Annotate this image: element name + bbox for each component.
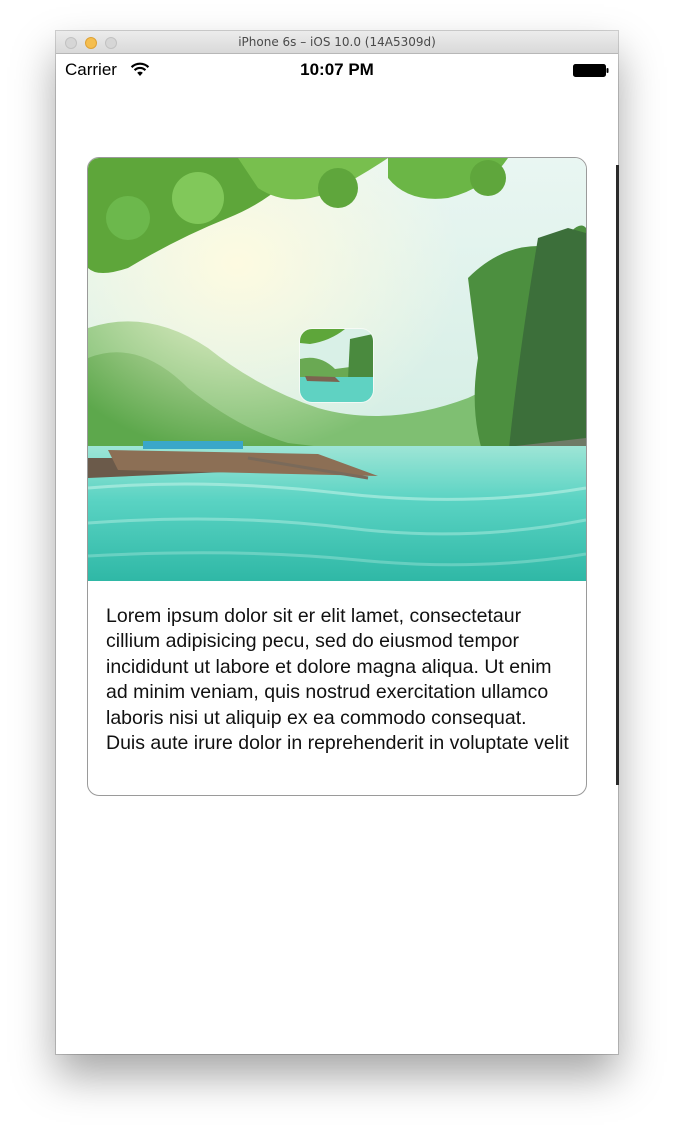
thumbnail-image[interactable] [300, 329, 373, 402]
hero-image [88, 158, 586, 581]
battery-icon [573, 64, 609, 77]
window-edge-divider [616, 165, 619, 785]
status-time: 10:07 PM [300, 60, 374, 79]
window-titlebar[interactable]: iPhone 6s – iOS 10.0 (14A5309d) [56, 31, 618, 54]
simulator-window: iPhone 6s – iOS 10.0 (14A5309d) Carrier … [56, 31, 619, 1054]
card-description: Lorem ipsum dolor sit er elit lamet, con… [106, 605, 569, 755]
window-title: iPhone 6s – iOS 10.0 (14A5309d) [238, 35, 436, 49]
image-card: Lorem ipsum dolor sit er elit lamet, con… [87, 157, 587, 796]
status-bar: Carrier 10:07 PM [56, 55, 618, 85]
